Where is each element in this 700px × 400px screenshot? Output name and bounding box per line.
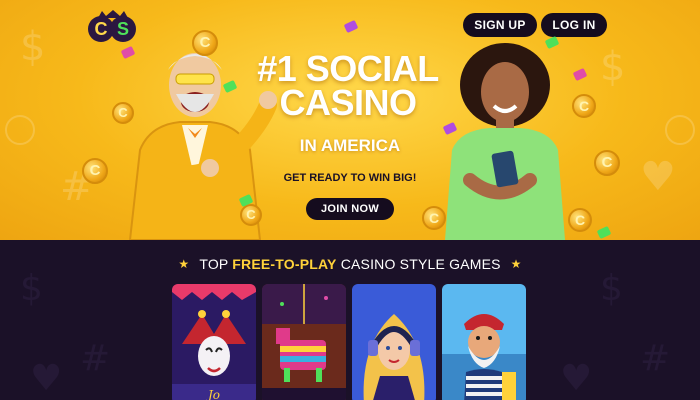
- svg-text:$: $: [20, 24, 45, 70]
- svg-text:Jo: Jo: [205, 388, 220, 400]
- coin-icon: [240, 204, 262, 226]
- section-title-prefix: TOP: [199, 256, 233, 272]
- coin-icon: [192, 30, 218, 56]
- game-card-sailor[interactable]: [442, 284, 526, 400]
- svg-text:#: #: [80, 338, 110, 379]
- coin-icon: [422, 206, 446, 230]
- svg-text:$: $: [600, 44, 625, 90]
- svg-text:$: $: [600, 268, 623, 309]
- hero-tagline: GET READY TO WIN BIG!: [283, 172, 417, 184]
- coin-icon: [82, 158, 108, 184]
- join-now-button[interactable]: JOIN NOW: [306, 198, 394, 220]
- games-section: $ # ♥ $ # ♥ ★ TOP FREE-TO-PLAY CASINO STY…: [0, 240, 700, 400]
- hero-banner: $ # $ ♥ C S SIGN UP LOG IN C C C C C C C…: [0, 0, 700, 240]
- svg-text:♥: ♥: [30, 358, 62, 399]
- coin-icon: [568, 208, 592, 232]
- hero-headline-line1: #1 SOCIAL: [257, 48, 439, 89]
- coin-icon: [572, 94, 596, 118]
- dj-girl-game-thumbnail: [352, 284, 436, 400]
- hero-headline-line2: CASINO: [279, 82, 417, 123]
- star-icon: ★: [178, 257, 190, 271]
- coin-icon: [594, 150, 620, 176]
- jester-game-thumbnail: Jo: [172, 284, 256, 400]
- coin-icon: [112, 102, 134, 124]
- svg-text:♥: ♥: [560, 358, 592, 399]
- games-section-title: ★ TOP FREE-TO-PLAY CASINO STYLE GAMES ★: [0, 256, 700, 272]
- game-card-dj-girl[interactable]: [352, 284, 436, 400]
- svg-text:$: $: [20, 268, 43, 309]
- sailor-game-thumbnail: [442, 284, 526, 400]
- pinata-game-thumbnail: [262, 284, 346, 400]
- section-title-suffix: CASINO STYLE GAMES: [336, 256, 501, 272]
- section-title-highlight: FREE-TO-PLAY: [232, 256, 337, 272]
- svg-text:♥: ♥: [640, 154, 676, 200]
- hero-headline: #1 SOCIAL CASINO: [228, 48, 468, 123]
- game-card-jester[interactable]: Jo: [172, 284, 256, 400]
- svg-text:#: #: [640, 338, 670, 379]
- hero-subheadline: IN AMERICA: [299, 136, 401, 155]
- star-icon: ★: [510, 257, 522, 271]
- game-card-pinata[interactable]: [262, 284, 346, 400]
